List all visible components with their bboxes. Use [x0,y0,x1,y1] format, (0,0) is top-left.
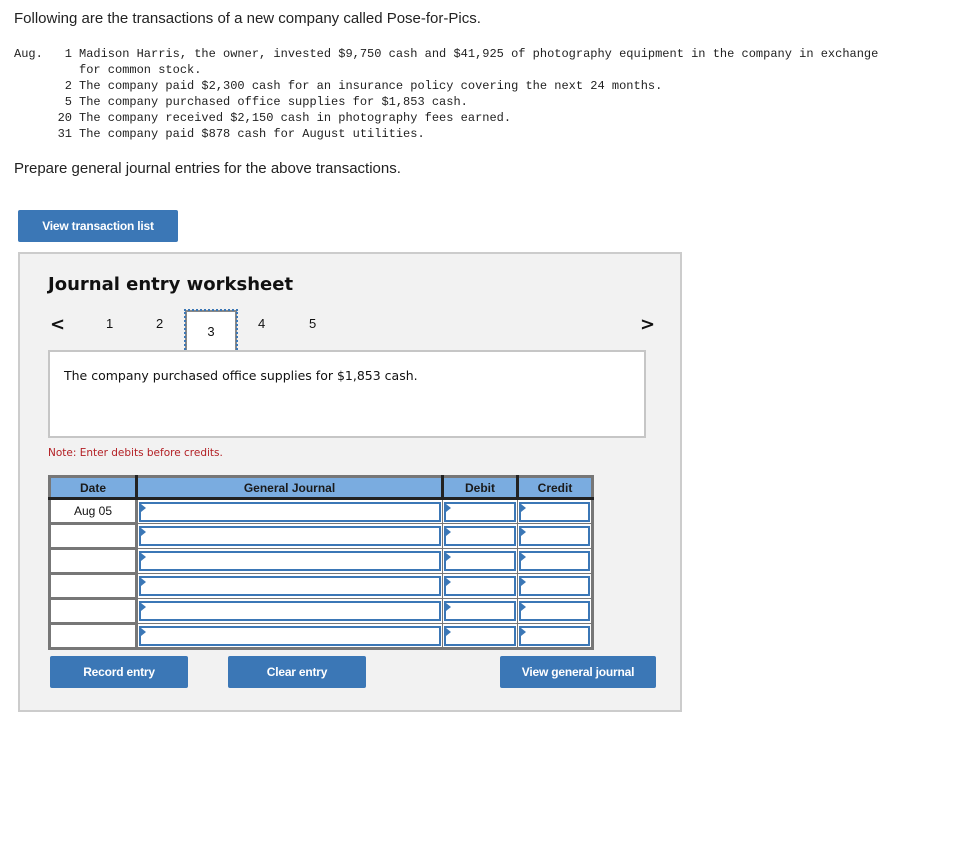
credit-input[interactable] [519,551,590,571]
transaction-item: Aug. 1 Madison Harris, the owner, invest… [14,46,878,62]
transaction-item: 2 The company paid $2,300 cash for an in… [14,78,878,94]
view-general-journal-button[interactable]: View general journal [500,656,656,688]
page-tab-3-active[interactable]: 3 [184,309,238,353]
problem-intro: Following are the transactions of a new … [14,10,481,27]
debit-input[interactable] [444,625,516,646]
transaction-text: The company paid $2,300 cash for an insu… [79,79,663,93]
journal-row [49,548,593,575]
dropdown-marker-icon [521,603,526,611]
page-tab-2[interactable]: 2 [156,316,163,331]
dropdown-marker-icon [141,503,146,512]
dropdown-marker-icon [521,553,526,561]
transaction-day: 5 [64,95,72,109]
date-cell [49,548,138,575]
credit-input[interactable] [519,501,590,522]
transaction-month: Aug. [14,47,43,61]
view-transaction-list-button[interactable]: View transaction list [18,210,178,242]
transaction-day: 1 [64,47,72,61]
dropdown-marker-icon [446,603,451,611]
dropdown-marker-icon [446,553,451,561]
account-select[interactable] [139,601,441,621]
transaction-day: 20 [57,111,72,125]
transaction-text: The company purchased office supplies fo… [79,95,468,109]
account-select[interactable] [139,501,441,522]
header-general-journal: General Journal [136,476,444,500]
dropdown-marker-icon [521,627,526,636]
date-cell [49,573,138,600]
header-debit: Debit [442,476,519,500]
transaction-item: 20 The company received $2,150 cash in p… [14,110,878,126]
journal-entry-worksheet: Journal entry worksheet < 1 2 3 4 5 > Th… [18,252,682,712]
transaction-day: 31 [57,127,72,141]
dropdown-marker-icon [521,578,526,586]
journal-row [49,573,593,600]
page-tab-1[interactable]: 1 [106,316,113,331]
instructions: Prepare general journal entries for the … [14,160,401,177]
transaction-day: 2 [64,79,72,93]
dropdown-marker-icon [446,528,451,536]
dropdown-marker-icon [141,528,146,536]
chevron-right-icon[interactable]: > [640,314,655,335]
page-tab-4[interactable]: 4 [258,316,265,331]
debit-input[interactable] [444,551,516,571]
dropdown-marker-icon [141,627,146,636]
transaction-item: 5 The company purchased office supplies … [14,94,878,110]
dropdown-marker-icon [521,503,526,512]
transaction-item: 31 The company paid $878 cash for August… [14,126,878,142]
record-entry-button[interactable]: Record entry [50,656,188,688]
date-cell [49,523,138,550]
debit-input[interactable] [444,601,516,621]
journal-table: Date General Journal Debit Credit Aug 05 [48,475,594,650]
date-cell: Aug 05 [49,498,138,525]
transaction-text: The company received $2,150 cash in phot… [79,111,512,125]
dropdown-marker-icon [446,578,451,586]
header-date: Date [49,476,138,500]
journal-header-row: Date General Journal Debit Credit [49,476,593,500]
journal-row [49,523,593,550]
dropdown-marker-icon [141,553,146,561]
transaction-text: Madison Harris, the owner, invested $9,7… [79,47,879,61]
account-select[interactable] [139,551,441,571]
account-select[interactable] [139,526,441,546]
dropdown-marker-icon [141,603,146,611]
transaction-list: Aug. 1 Madison Harris, the owner, invest… [14,46,878,142]
dropdown-marker-icon [521,528,526,536]
page-tab-5[interactable]: 5 [309,316,316,331]
dropdown-marker-icon [141,578,146,586]
credit-input[interactable] [519,526,590,546]
debit-input[interactable] [444,576,516,596]
date-cell [49,598,138,625]
credit-input[interactable] [519,576,590,596]
credit-input[interactable] [519,625,590,646]
debit-credit-note: Note: Enter debits before credits. [48,447,223,459]
dropdown-marker-icon [446,627,451,636]
transaction-text: The company paid $878 cash for August ut… [79,127,425,141]
header-credit: Credit [517,476,593,500]
chevron-left-icon[interactable]: < [50,314,65,335]
credit-input[interactable] [519,601,590,621]
date-cell [49,623,138,650]
debit-input[interactable] [444,501,516,522]
journal-row [49,598,593,625]
dropdown-marker-icon [446,503,451,512]
transaction-description: The company purchased office supplies fo… [64,368,418,383]
debit-input[interactable] [444,526,516,546]
clear-entry-button[interactable]: Clear entry [228,656,366,688]
journal-row: Aug 05 [49,498,593,525]
transaction-continuation: for common stock. [79,63,202,77]
account-select[interactable] [139,625,441,646]
account-select[interactable] [139,576,441,596]
journal-row [49,623,593,650]
worksheet-title: Journal entry worksheet [48,274,294,295]
transaction-description-box: The company purchased office supplies fo… [48,350,646,438]
